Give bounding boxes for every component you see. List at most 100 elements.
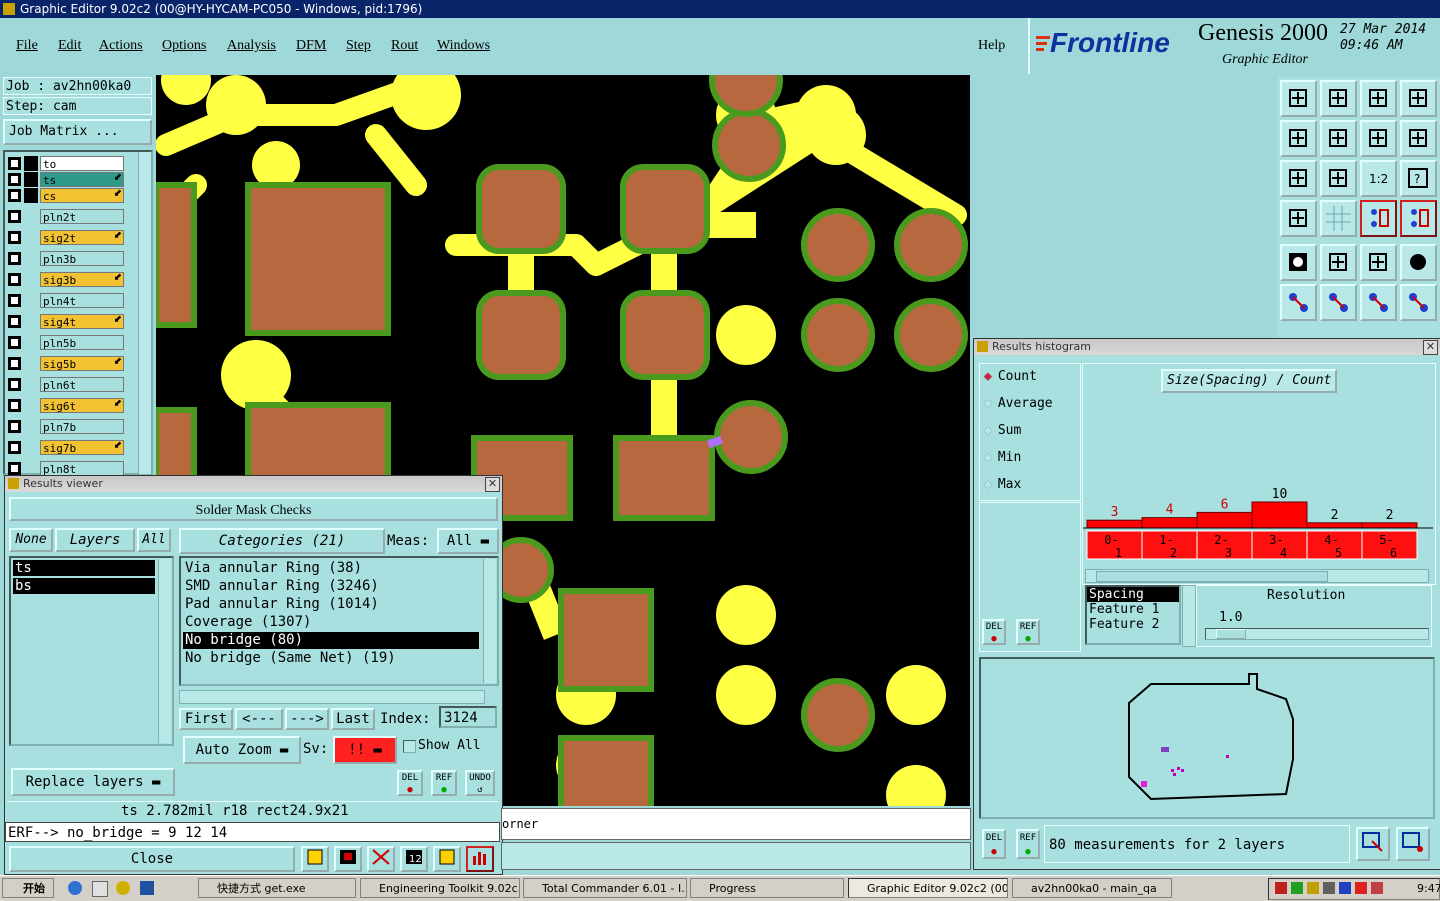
layer-name[interactable]: sig6t — [40, 398, 124, 413]
option-max[interactable]: ◆ Max — [984, 477, 1021, 492]
layer-name[interactable]: ts — [40, 172, 124, 187]
layer-row-to[interactable]: to — [8, 156, 124, 171]
layer-name[interactable]: pln5b — [40, 335, 124, 350]
chart-scrollbar[interactable] — [1085, 569, 1429, 583]
histogram-bar[interactable] — [1086, 519, 1143, 529]
layer-checkbox[interactable] — [8, 462, 21, 475]
layer-name[interactable]: pln6t — [40, 377, 124, 392]
tool-ruler-button[interactable] — [1360, 244, 1397, 281]
radio-diamond-icon[interactable]: ◆ — [984, 450, 992, 465]
category-list[interactable]: Via annular Ring (38) SMD annular Ring (3… — [179, 556, 499, 686]
show-all-checkbox[interactable] — [403, 740, 416, 753]
tool-home-up-button[interactable] — [1280, 80, 1317, 117]
layer-checkbox[interactable] — [8, 399, 21, 412]
resolution-slider[interactable] — [1205, 628, 1429, 640]
measure-item-feature2[interactable]: Feature 2 — [1087, 617, 1179, 632]
measure-item-feature1[interactable]: Feature 1 — [1087, 602, 1179, 617]
layer-checkbox[interactable] — [8, 210, 21, 223]
tool-split-button[interactable] — [1400, 120, 1437, 157]
preview-del-button[interactable]: DEL ● — [982, 829, 1006, 859]
none-button[interactable]: None — [9, 528, 53, 552]
results-layer-list[interactable]: ts bs — [9, 556, 174, 746]
layer-row-pln8t[interactable]: pln8t — [8, 461, 124, 476]
next-button[interactable]: ---> — [285, 708, 329, 730]
replace-layers-dropdown[interactable]: Replace layers ▬ — [11, 768, 175, 796]
layer-name[interactable]: pln8t — [40, 461, 124, 476]
layer-name[interactable]: pln3b — [40, 251, 124, 266]
tray-icon-5[interactable] — [1339, 882, 1351, 894]
layers-button[interactable]: Layers — [55, 528, 135, 552]
layer-name[interactable]: sig3b — [40, 272, 124, 287]
tool-draw-button[interactable] — [1320, 244, 1357, 281]
histogram-button[interactable] — [466, 846, 494, 872]
menu-options[interactable]: Options — [162, 38, 206, 54]
option-count[interactable]: ◆ Count — [984, 369, 1037, 384]
tool-snapshot-button[interactable] — [1280, 244, 1317, 281]
job-matrix-button[interactable]: Job Matrix ... — [3, 119, 152, 145]
viewer-ref-button[interactable]: REF ● — [431, 770, 457, 796]
tray-icon-4[interactable] — [1323, 882, 1335, 894]
board-preview[interactable] — [979, 657, 1435, 819]
app-quicklaunch-icon[interactable] — [140, 881, 154, 895]
first-button[interactable]: First — [179, 708, 233, 730]
layer-checkbox[interactable] — [8, 336, 21, 349]
layer-checkbox[interactable] — [8, 441, 21, 454]
layer-name[interactable]: sig4t — [40, 314, 124, 329]
report-button[interactable] — [301, 846, 329, 872]
severity-dropdown[interactable]: !! ▬ — [333, 736, 397, 764]
tray-icon-1[interactable] — [1275, 882, 1287, 894]
category-item[interactable]: No bridge (Same Net) (19) — [183, 650, 479, 667]
category-hscroll[interactable] — [179, 690, 485, 704]
layer-name[interactable]: to — [40, 156, 124, 171]
category-item[interactable]: SMD annular Ring (3246) — [183, 578, 479, 595]
category-list-vscroll[interactable] — [483, 559, 496, 683]
category-item[interactable]: Via annular Ring (38) — [183, 560, 479, 577]
tool-zoom-out-button[interactable] — [1320, 120, 1357, 157]
layer-row-pln5b[interactable]: pln5b — [8, 335, 124, 350]
clear-ref-button[interactable] — [367, 846, 395, 872]
taskbar-button[interactable]: Progress — [690, 878, 844, 898]
histogram-close-icon[interactable]: ✕ — [1423, 340, 1438, 355]
layer-checkbox[interactable] — [8, 231, 21, 244]
layer-row-sig5b[interactable]: sig5b ⬋ — [8, 356, 124, 371]
radio-diamond-icon[interactable]: ◆ — [984, 369, 992, 384]
layer-row-pln4t[interactable]: pln4t — [8, 293, 124, 308]
tool-probe-button[interactable] — [1400, 284, 1437, 321]
taskbar-button[interactable]: 快捷方式 get.exe — [198, 878, 356, 898]
menu-rout[interactable]: Rout — [391, 38, 418, 54]
histogram-bar[interactable] — [1361, 522, 1418, 529]
tool-fit-button[interactable] — [1280, 160, 1317, 197]
histogram-bar[interactable] — [1141, 517, 1198, 529]
tool-panel-button[interactable] — [1400, 80, 1437, 117]
tool-snap-button[interactable] — [1400, 200, 1437, 237]
viewer-del-button[interactable]: DEL ● — [397, 770, 423, 796]
taskbar-button[interactable]: Graphic Editor 9.02c2 (00... — [848, 878, 1008, 898]
tool-swap-button[interactable] — [1360, 120, 1397, 157]
tool-settings-button[interactable] — [1280, 200, 1317, 237]
tray-icon-2[interactable] — [1291, 882, 1303, 894]
layer-row-pln7b[interactable]: pln7b — [8, 419, 124, 434]
layer-row-sig2t[interactable]: sig2t ⬋ — [8, 230, 124, 245]
tool-center-button[interactable] — [1320, 160, 1357, 197]
layer-row-pln3b[interactable]: pln3b — [8, 251, 124, 266]
chart-scroll-thumb[interactable] — [1096, 571, 1328, 582]
menu-edit[interactable]: Edit — [58, 38, 81, 54]
layer-row-sig7b[interactable]: sig7b ⬋ — [8, 440, 124, 455]
prev-button[interactable]: <--- — [235, 708, 283, 730]
start-button[interactable]: 开始 — [2, 878, 54, 898]
resolution-slider-thumb[interactable] — [1216, 629, 1246, 639]
menu-actions[interactable]: Actions — [99, 38, 143, 54]
layer-name[interactable]: cs — [40, 188, 124, 203]
last-button[interactable]: Last — [331, 708, 375, 730]
layer-row-sig4t[interactable]: sig4t ⬋ — [8, 314, 124, 329]
layer-row-sig6t[interactable]: sig6t ⬋ — [8, 398, 124, 413]
layer-checkbox[interactable] — [8, 273, 21, 286]
taskbar-button[interactable]: av2hn00ka0 - main_qa — [1012, 878, 1172, 898]
close-button[interactable]: Close — [9, 846, 295, 872]
layer-checkbox[interactable] — [8, 357, 21, 370]
tool-one-to-one-button[interactable]: 1:2 — [1360, 160, 1397, 197]
histogram-report-button[interactable] — [1396, 827, 1430, 861]
layer-row-ts[interactable]: ts ⬋ — [8, 172, 124, 187]
radio-diamond-icon[interactable]: ◆ — [984, 477, 992, 492]
layer-checkbox[interactable] — [8, 189, 21, 202]
